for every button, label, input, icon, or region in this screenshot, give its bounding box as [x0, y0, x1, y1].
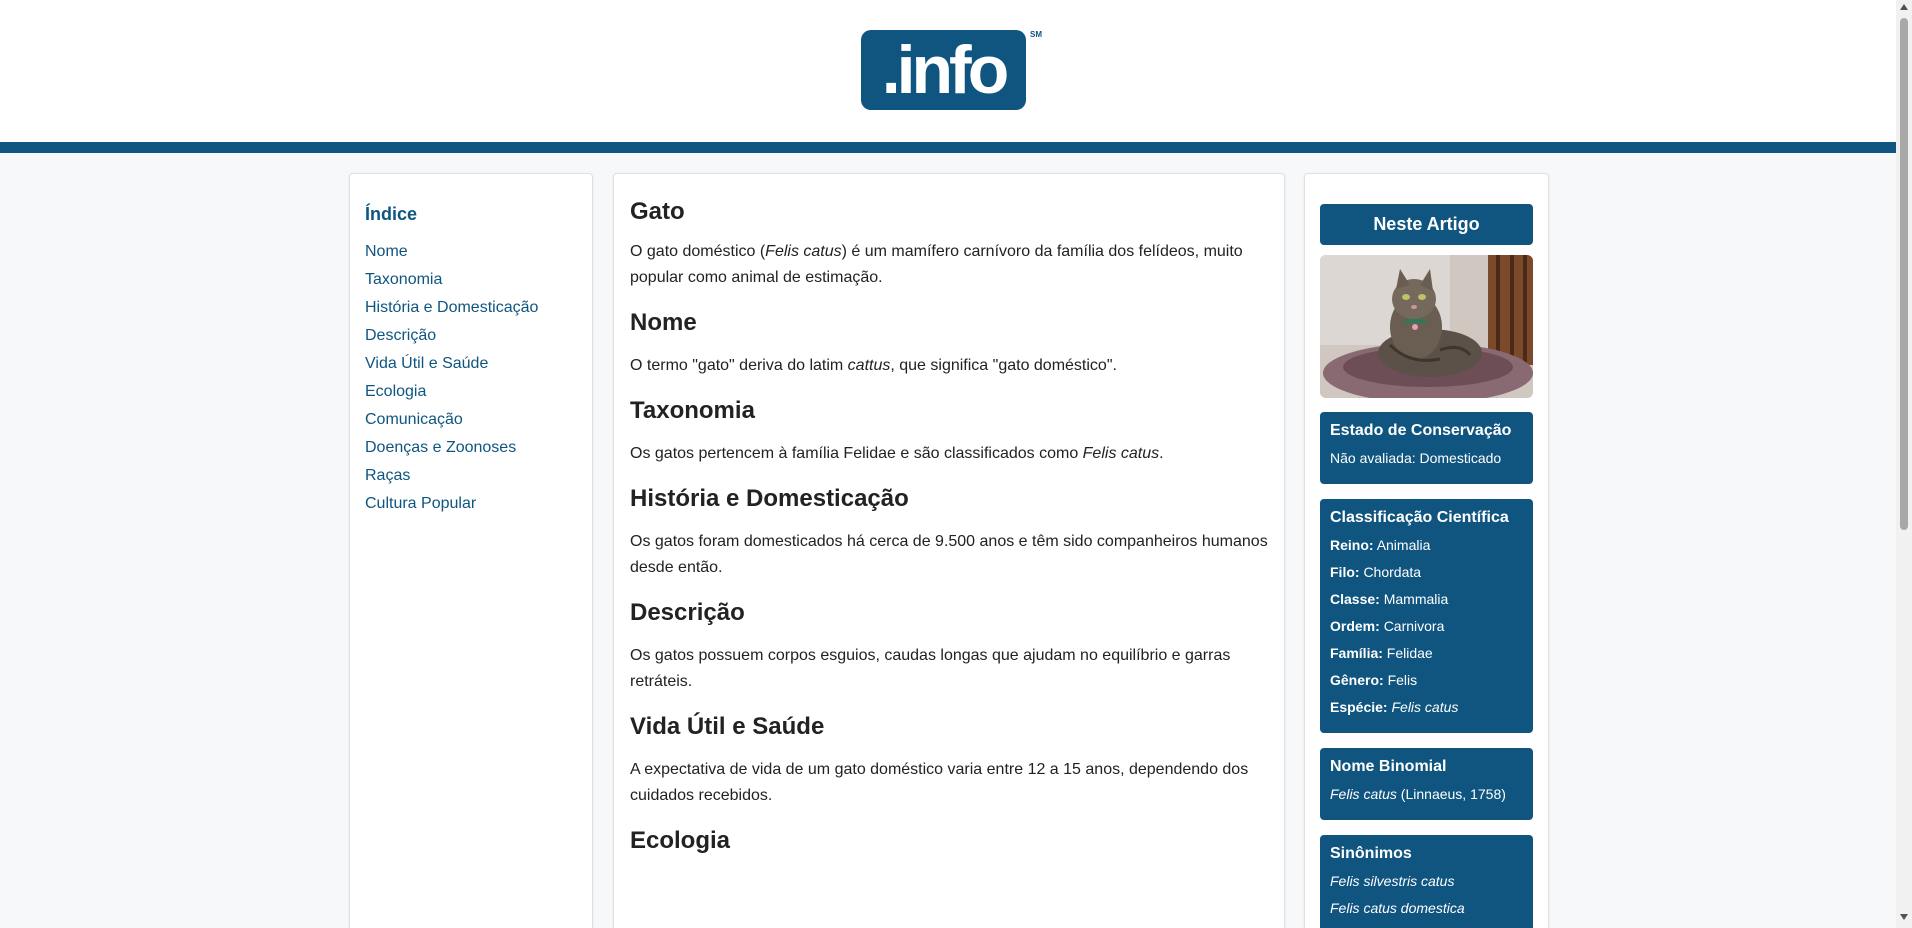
cat-illustration	[1320, 255, 1533, 398]
classification-row-genero: Gênero: Felis	[1330, 672, 1418, 688]
section-heading-historia: História e Domesticação	[630, 485, 909, 512]
classification-row-classe: Classe: Mammalia	[1330, 591, 1449, 607]
classification-row-reino: Reino: Animalia	[1330, 537, 1431, 553]
toc-item-racas[interactable]: Raças	[365, 462, 577, 490]
toc-item-cultura[interactable]: Cultura Popular	[365, 490, 577, 518]
classification-box: Classificação Científica Reino: Animalia…	[1320, 499, 1533, 733]
article-content: Gato O gato doméstico (Felis catus) é um…	[613, 173, 1285, 928]
section-heading-descricao: Descrição	[630, 599, 745, 626]
toc-item-vida-util[interactable]: Vida Útil e Saúde	[365, 350, 577, 378]
header-divider	[0, 142, 1896, 153]
toc-item-historia[interactable]: História e Domesticação	[365, 294, 577, 322]
cat-photo	[1320, 255, 1533, 398]
classification-row-especie: Espécie: Felis catus	[1330, 699, 1459, 715]
classification-title: Classificação Científica	[1330, 509, 1509, 526]
section-heading-ecologia: Ecologia	[630, 827, 731, 854]
toc-item-taxonomia[interactable]: Taxonomia	[365, 266, 577, 294]
section-text-descricao: Os gatos possuem corpos esguios, caudas …	[630, 647, 1231, 690]
section-text-historia: Os gatos foram domesticados há cerca de …	[630, 533, 1268, 576]
classification-row-familia: Família: Felidae	[1330, 645, 1433, 661]
conservation-value: Não avaliada: Domesticado	[1330, 450, 1502, 466]
toc-item-descricao[interactable]: Descrição	[365, 322, 577, 350]
toc-item-ecologia[interactable]: Ecologia	[365, 378, 577, 406]
conservation-status-box: Estado de Conservação Não avaliada: Dome…	[1320, 412, 1533, 484]
synonym-item: Felis silvestris catus	[1330, 873, 1455, 889]
binomial-box: Nome Binomial Felis catus (Linnaeus, 175…	[1320, 748, 1533, 820]
classification-row-filo: Filo: Chordata	[1330, 564, 1422, 580]
toc-item-doencas[interactable]: Doenças e Zoonoses	[365, 434, 577, 462]
vertical-scrollbar[interactable]	[1896, 0, 1912, 928]
site-header: .info SM	[0, 0, 1896, 142]
synonyms-box: Sinônimos Felis silvestris catus Felis c…	[1320, 835, 1533, 928]
article-intro: O gato doméstico (Felis catus) é um mamí…	[630, 243, 1243, 286]
synonym-item: Felis catus domestica	[1330, 900, 1465, 916]
infobox: Neste Artigo Estado de Conservação Não a…	[1304, 173, 1549, 928]
site-logo[interactable]: .info	[861, 30, 1026, 110]
toc-title: Índice	[365, 204, 418, 224]
conservation-title: Estado de Conservação	[1330, 422, 1512, 439]
toc-item-nome[interactable]: Nome	[365, 238, 577, 266]
section-text-vida-util: A expectativa de vida de um gato domésti…	[630, 761, 1249, 804]
binomial-value: Felis catus (Linnaeus, 1758)	[1330, 786, 1506, 802]
scroll-up-arrow-icon[interactable]	[1900, 4, 1908, 10]
section-heading-taxonomia: Taxonomia	[630, 397, 755, 424]
article-title: Gato	[630, 198, 685, 225]
logo-text: .info	[881, 32, 1010, 108]
scroll-thumb[interactable]	[1900, 18, 1908, 530]
section-text-taxonomia: Os gatos pertencem à família Felidae e s…	[630, 445, 1164, 462]
synonyms-title: Sinônimos	[1330, 845, 1412, 862]
section-heading-vida-util: Vida Útil e Saúde	[630, 713, 825, 740]
service-mark: SM	[1030, 30, 1042, 39]
classification-row-ordem: Ordem: Carnivora	[1330, 618, 1445, 634]
toc-item-comunicacao[interactable]: Comunicação	[365, 406, 577, 434]
section-heading-nome: Nome	[630, 309, 697, 336]
infobox-header: Neste Artigo	[1320, 204, 1533, 245]
table-of-contents: Índice Nome Taxonomia História e Domesti…	[349, 173, 593, 928]
binomial-title: Nome Binomial	[1330, 758, 1447, 775]
section-text-nome: O termo "gato" deriva do latim cattus, q…	[630, 357, 1117, 374]
scroll-down-arrow-icon[interactable]	[1900, 914, 1908, 920]
